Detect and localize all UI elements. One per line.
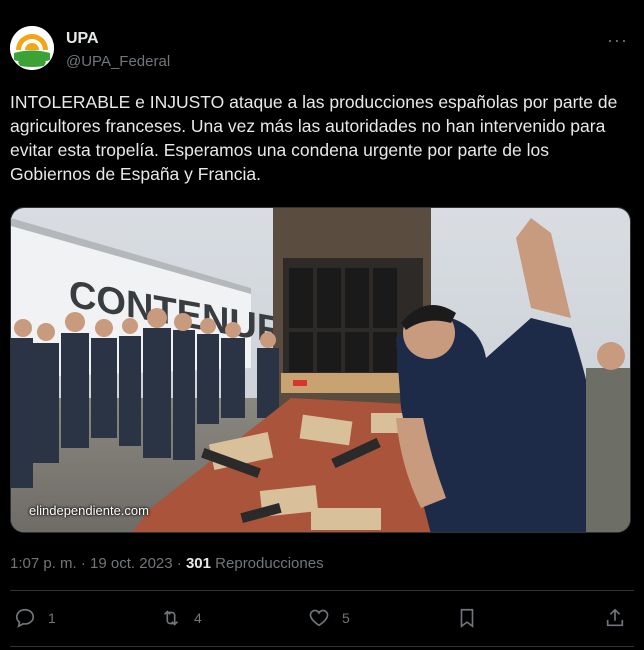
heart-icon — [309, 609, 329, 627]
retweet-count: 4 — [194, 610, 202, 626]
reply-button[interactable]: 1 — [14, 604, 56, 632]
bookmark-button[interactable] — [456, 604, 478, 632]
like-count: 5 — [342, 610, 350, 626]
share-button[interactable] — [604, 604, 626, 632]
divider — [10, 590, 634, 591]
action-bar: 1 4 5 — [10, 604, 634, 634]
sun-over-field-logo-icon — [10, 26, 54, 70]
views-label: Reproducciones — [215, 555, 324, 572]
tweet-date[interactable]: 19 oct. 2023 — [90, 555, 173, 572]
media-watermark: elindependiente.com — [29, 503, 149, 518]
retweet-button[interactable]: 4 — [160, 604, 202, 632]
tweet-header: UPA @UPA_Federal ··· — [10, 26, 634, 76]
views-count: 301 — [185, 555, 211, 572]
bookmark-icon — [460, 608, 474, 628]
meta-separator: · — [80, 555, 86, 572]
author-handle[interactable]: @UPA_Federal — [66, 53, 170, 70]
tweet-meta: 1:07 p. m. · 19 oct. 2023 · 301 Reproduc… — [10, 555, 324, 572]
like-button[interactable]: 5 — [308, 604, 350, 632]
share-icon — [606, 608, 624, 627]
reply-count: 1 — [48, 610, 56, 626]
more-options-icon[interactable]: ··· — [607, 30, 628, 51]
author-name[interactable]: UPA — [66, 30, 99, 48]
retweet-icon — [163, 610, 179, 626]
avatar[interactable] — [10, 26, 54, 70]
reply-icon — [15, 608, 35, 628]
tweet-time[interactable]: 1:07 p. m. — [10, 555, 77, 572]
photo-illustration: CONTENUR — [11, 208, 630, 532]
tweet-text: INTOLERABLE e INJUSTO ataque a las produ… — [10, 92, 618, 184]
tweet-media-image[interactable]: CONTENUR elindependiente.com — [10, 207, 631, 533]
meta-separator: · — [176, 555, 182, 572]
divider — [10, 646, 634, 647]
